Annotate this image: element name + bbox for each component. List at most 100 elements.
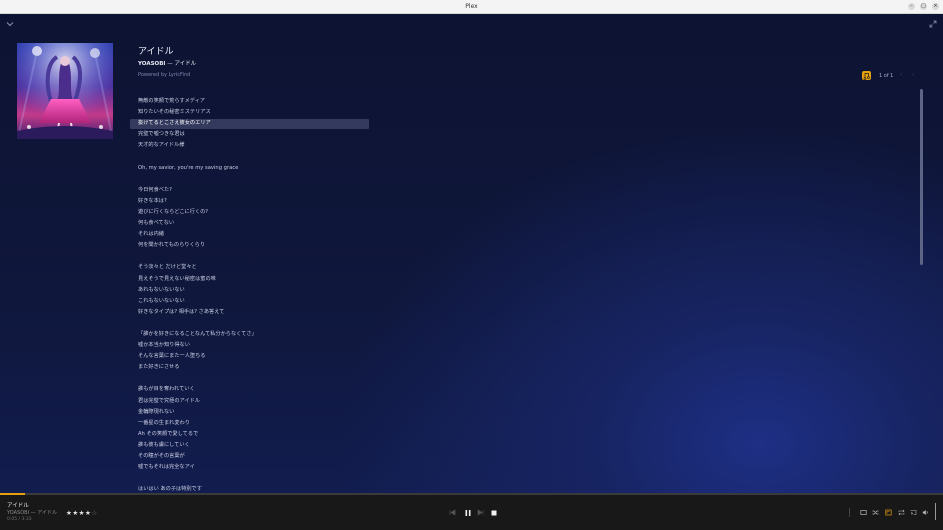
lyric-line[interactable]: 何を聞かれてものらりくらり <box>138 240 368 251</box>
lyric-line[interactable]: 嘘でもそれは完全なアイ <box>138 462 368 473</box>
lyric-line[interactable]: 「誰かを好きになることなんて私分からなくてさ」 <box>138 329 368 340</box>
lyric-text: 見えそうで見えない秘密は蜜の味 <box>138 275 216 282</box>
close-icon[interactable]: × <box>932 3 939 10</box>
lyric-line[interactable] <box>138 373 368 384</box>
lyric-text: はいはい あの子は特別です <box>138 486 202 493</box>
lyric-text: そう淡々と だけど堂々と <box>138 264 197 271</box>
powered-by-text: Powered by LyricFind <box>138 72 191 78</box>
pause-icon[interactable] <box>464 509 472 519</box>
lyric-text: Ah その笑顔で愛してるで <box>138 430 199 437</box>
lyric-text: これもないないない <box>138 297 185 304</box>
lyric-line[interactable]: 金輪際現れない <box>138 407 368 418</box>
lyric-line[interactable] <box>138 473 368 484</box>
lyrics-view: アイドル YOASOBI — アイドル Powered by LyricFind… <box>0 14 943 493</box>
lyric-text: 「誰かを好きになることなんて私分からなくてさ」 <box>138 330 257 337</box>
lyric-line[interactable]: その瞳がその言葉が <box>138 451 368 462</box>
lyric-line[interactable]: そう淡々と だけど堂々と <box>138 262 368 273</box>
lyric-text: そんな言葉にまた一人堕ちる <box>138 353 206 360</box>
lyric-line[interactable] <box>138 251 368 262</box>
song-artist-line: YOASOBI — アイドル <box>138 59 196 67</box>
volume-icon[interactable] <box>921 509 929 518</box>
lyric-text: 天才的なアイドル様 <box>138 142 185 149</box>
lyric-line[interactable]: 天才的なアイドル様 <box>138 140 368 151</box>
lyric-text: 知りたいその秘密ミステリアス <box>138 109 211 116</box>
lyrics-list: 無敵の笑顔で荒らすメディア 知りたいその秘密ミステリアス 抜けてるとこさえ彼女のエリ… <box>130 96 369 495</box>
minimize-icon[interactable]: – <box>908 3 915 10</box>
lyric-text: それは内緒 <box>138 231 164 238</box>
progress-fill <box>0 493 26 495</box>
lyric-line[interactable]: Ah その笑顔で愛してるで <box>138 429 368 440</box>
lyric-line[interactable]: それは内緒 <box>138 229 368 240</box>
queue-icon[interactable] <box>859 509 867 518</box>
lyric-line[interactable]: 無敵の笑顔で荒らすメディア <box>138 96 368 107</box>
lyric-line[interactable]: そんな言葉にまた一人堕ちる <box>138 351 368 362</box>
now-playing-time: 0:05 / 3:33 <box>7 517 32 522</box>
lyric-line[interactable]: 誰も彼も虜にしていく <box>138 440 368 451</box>
lyric-text: 好きなタイプは? 相手は? さあ答えて <box>138 308 225 315</box>
lyric-text: 抜けてるとこさえ彼女のエリア <box>138 120 211 127</box>
now-playing-title[interactable]: アイドル <box>7 501 29 509</box>
rating-stars[interactable]: ★★★★☆ <box>66 509 98 517</box>
window-titlebar: Plex – □ × <box>0 0 943 14</box>
shuffle-icon[interactable] <box>871 509 879 518</box>
lyric-text: 一番星の生まれ変わり <box>138 419 190 426</box>
lyric-line[interactable]: Oh, my savior, you're my saving grace <box>138 163 368 174</box>
album-name[interactable]: — アイドル <box>165 61 196 67</box>
album-art <box>17 43 113 139</box>
lyric-line[interactable]: 一番星の生まれ変わり <box>138 418 368 429</box>
lyric-line[interactable]: 完璧で嘘つきな君は <box>138 129 368 140</box>
next-icon[interactable] <box>477 509 484 519</box>
volume-slider[interactable] <box>935 503 936 520</box>
lyric-text: その瞳がその言葉が <box>138 453 185 459</box>
lyric-text: 無敵の笑顔で荒らすメディア <box>138 98 205 104</box>
lyrics-prev-page-icon[interactable]: ‹ <box>900 72 902 78</box>
lyric-line[interactable] <box>138 151 368 162</box>
lyric-line[interactable]: 今日何食べた? <box>138 185 368 196</box>
lyrics-next-page-icon[interactable]: › <box>912 72 914 78</box>
lyric-text: 誰もが目を奪われていく <box>138 386 195 393</box>
lyric-text: 嘘でもそれは完全なアイ <box>138 464 195 471</box>
lyric-line[interactable] <box>138 174 368 185</box>
progress-bar[interactable] <box>0 493 943 495</box>
lyric-text: また好きにさせる <box>138 364 180 371</box>
expand-icon[interactable] <box>928 20 938 30</box>
lyric-line[interactable] <box>138 318 368 329</box>
lyric-text: 今日何食べた? <box>138 186 172 193</box>
lyric-text: 何も食べてない <box>138 220 175 227</box>
previous-icon[interactable] <box>449 509 456 519</box>
lyrics-icon[interactable] <box>862 71 871 80</box>
divider <box>849 508 850 517</box>
lyric-line[interactable]: 見えそうで見えない秘密は蜜の味 <box>138 274 368 285</box>
now-playing-artist[interactable]: YOASOBI — アイドル <box>7 509 57 516</box>
lyric-line[interactable]: 遊びに行くならどこに行くの? <box>138 207 368 218</box>
lyric-text: 嘘か本当か知り得ない <box>138 342 190 349</box>
lyric-line[interactable]: 君は完璧で究極のアイドル <box>138 396 368 407</box>
lyrics-page-count: 1 of 1 <box>879 73 894 79</box>
stop-icon[interactable] <box>490 509 498 519</box>
cast-icon[interactable] <box>909 509 917 518</box>
artist-name[interactable]: YOASOBI <box>138 61 165 67</box>
lyric-text: 何を聞かれてものらりくらり <box>138 242 206 249</box>
song-title: アイドル <box>138 47 174 57</box>
lyric-text: 完璧で嘘つきな君は <box>138 131 185 138</box>
lyric-line[interactable]: 何も食べてない <box>138 218 368 229</box>
repeat-icon[interactable] <box>897 509 905 518</box>
lyric-line[interactable]: 嘘か本当か知り得ない <box>138 340 368 351</box>
player-bar: アイドル YOASOBI — アイドル 0:05 / 3:33 ★★★★☆ <box>0 493 943 530</box>
lyric-line[interactable]: あれもないないない <box>138 285 368 296</box>
lyrics-toggle-icon[interactable] <box>884 509 892 518</box>
lyric-line[interactable]: 知りたいその秘密ミステリアス <box>138 107 368 118</box>
lyric-line[interactable]: これもないないない <box>138 296 368 307</box>
lyric-text: Oh, my savior, you're my saving grace <box>138 164 239 171</box>
lyric-line-active[interactable]: 抜けてるとこさえ彼女のエリア <box>130 118 369 129</box>
maximize-icon[interactable]: □ <box>920 3 927 10</box>
star-icon[interactable]: ☆ <box>91 509 97 517</box>
lyric-line[interactable]: 好きなタイプは? 相手は? さあ答えて <box>138 307 368 318</box>
chevron-down-icon[interactable] <box>5 20 15 30</box>
lyric-line[interactable]: また好きにさせる <box>138 362 368 373</box>
lyric-line[interactable]: 誰もが目を奪われていく <box>138 384 368 395</box>
lyric-line[interactable]: 好きな本は? <box>138 196 368 207</box>
lyric-text: あれもないないない <box>138 286 185 293</box>
lyrics-scrollbar[interactable] <box>920 89 923 265</box>
lyric-text: 金輪際現れない <box>138 408 175 415</box>
